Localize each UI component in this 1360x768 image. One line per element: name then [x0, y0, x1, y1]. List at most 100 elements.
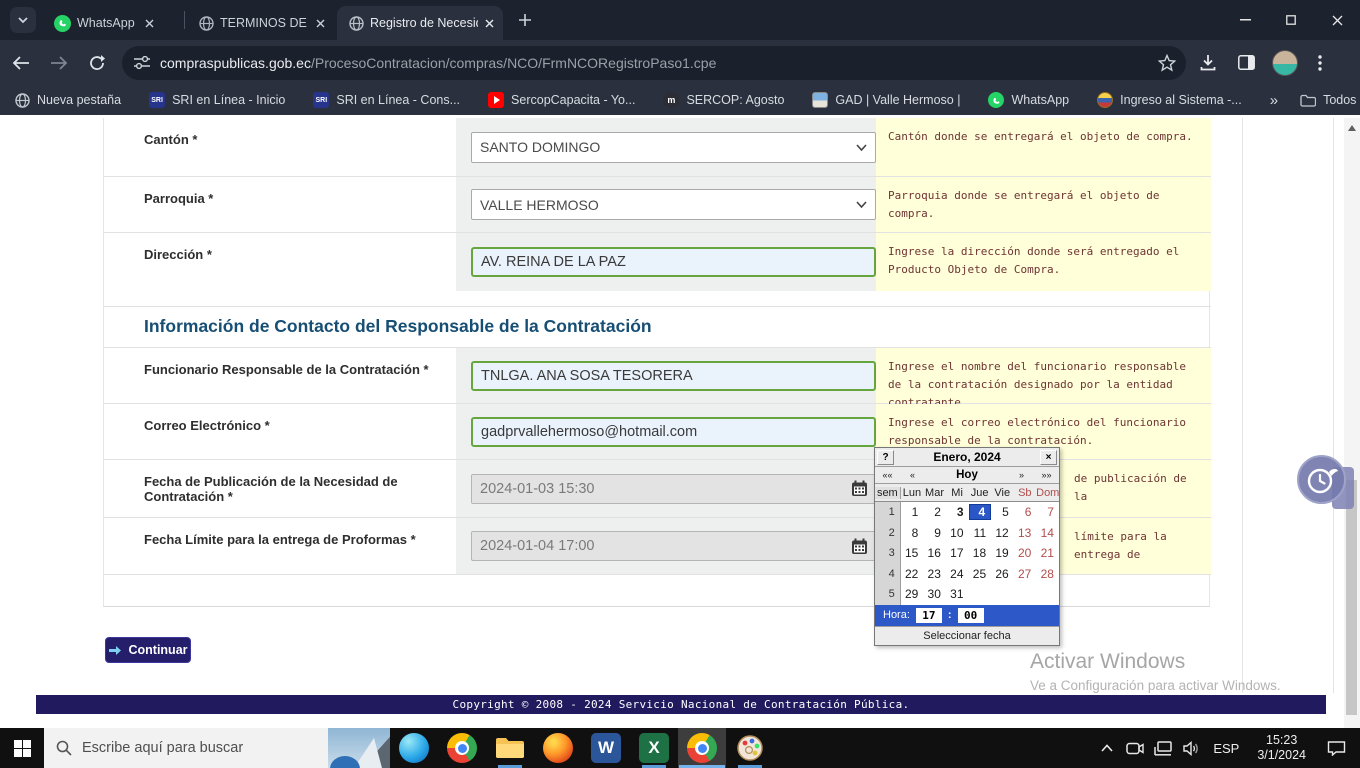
bookmark-gad-valle-hermoso[interactable]: GAD | Valle Hermoso | [812, 92, 960, 108]
calendar-day[interactable]: 3 [946, 505, 969, 519]
notification-center-icon[interactable] [1316, 728, 1356, 768]
calendar-day[interactable]: 27 [1014, 567, 1037, 581]
tray-chevron-up-icon[interactable] [1095, 728, 1119, 768]
fecha-publicacion-input[interactable]: 2024-01-03 15:30 [471, 474, 876, 504]
calendar-day[interactable]: 21 [1036, 546, 1059, 560]
calendar-day[interactable]: 25 [969, 567, 992, 581]
calendar-day[interactable]: 17 [946, 546, 969, 560]
bookmark-ingreso-sistema[interactable]: Ingreso al Sistema -... [1097, 92, 1242, 108]
calendar-day[interactable]: 28 [1036, 567, 1059, 581]
correo-input[interactable]: gadprvallehermoso@hotmail.com [471, 417, 876, 447]
calendar-day[interactable]: 13 [1014, 526, 1037, 540]
close-window-button[interactable] [1314, 0, 1360, 40]
page-scrollbar[interactable] [1344, 118, 1360, 728]
next-year-button[interactable]: »» [1035, 469, 1058, 482]
taskbar-chrome[interactable] [438, 728, 486, 768]
calendar-day[interactable]: 7 [1036, 505, 1059, 519]
address-bar[interactable]: compraspublicas.gob.ec/ProcesoContrataci… [122, 46, 1186, 80]
all-bookmarks-button[interactable]: Todos los marcadores [1300, 92, 1360, 108]
calendar-day[interactable]: 12 [991, 526, 1014, 540]
calendar-day-selected[interactable]: 4 [969, 504, 992, 520]
taskbar-chrome-active[interactable] [678, 728, 726, 768]
calendar-day[interactable]: 2 [923, 505, 946, 519]
profile-avatar[interactable] [1272, 50, 1298, 76]
direccion-input[interactable]: AV. REINA DE LA PAZ [471, 247, 876, 277]
canton-select[interactable]: SANTO DOMINGO [471, 132, 876, 163]
next-month-button[interactable]: » [1010, 469, 1033, 482]
continuar-button[interactable]: Continuar [105, 637, 191, 663]
start-button[interactable] [0, 728, 44, 768]
calendar-day[interactable]: 1 [901, 505, 924, 519]
calendar-close-button[interactable]: × [1040, 450, 1057, 465]
taskbar-paint[interactable] [726, 728, 774, 768]
calendar-day[interactable]: 10 [946, 526, 969, 540]
bookmark-sercopcapacita[interactable]: SercopCapacita - Yo... [488, 92, 635, 108]
calendar-day[interactable]: 15 [901, 546, 924, 560]
scrollbar-up-arrow-icon[interactable] [1348, 125, 1356, 131]
calendar-day[interactable]: 20 [1014, 546, 1037, 560]
calendar-day[interactable]: 8 [901, 526, 924, 540]
taskbar-edge[interactable] [390, 728, 438, 768]
calendar-day[interactable]: 16 [923, 546, 946, 560]
today-button[interactable]: Hoy [925, 469, 1009, 481]
calendar-day[interactable]: 22 [901, 567, 924, 581]
bookmark-nueva-pestana[interactable]: Nueva pestaña [14, 92, 121, 108]
meet-now-icon[interactable] [1123, 728, 1147, 768]
bookmark-whatsapp[interactable]: WhatsApp [988, 92, 1069, 108]
url-text[interactable]: compraspublicas.gob.ec/ProcesoContrataci… [160, 55, 1158, 71]
calendar-day[interactable]: 18 [969, 546, 992, 560]
taskbar-clock[interactable]: 15:23 3/1/2024 [1257, 733, 1306, 763]
parroquia-select[interactable]: VALLE HERMOSO [471, 189, 876, 220]
calendar-picker-icon[interactable] [848, 535, 870, 557]
fecha-limite-input[interactable]: 2024-01-04 17:00 [471, 531, 876, 561]
calendar-day[interactable]: 30 [923, 587, 946, 601]
prev-year-button[interactable]: «« [876, 469, 899, 482]
bookmark-sri-consultas[interactable]: SRI SRI en Línea - Cons... [313, 92, 460, 108]
calendar-day[interactable]: 5 [991, 505, 1014, 519]
calendar-day[interactable]: 23 [923, 567, 946, 581]
bookmark-star-icon[interactable] [1158, 54, 1176, 72]
timer-widget[interactable] [1297, 455, 1346, 504]
forward-button[interactable] [42, 46, 76, 80]
minimize-button[interactable] [1222, 0, 1268, 40]
taskbar-search-input[interactable]: Escribe aquí para buscar [44, 728, 390, 768]
calendar-day[interactable]: 19 [991, 546, 1014, 560]
calendar-day[interactable]: 9 [923, 526, 946, 540]
taskbar-firefox[interactable] [534, 728, 582, 768]
funcionario-input[interactable]: TNLGA. ANA SOSA TESORERA [471, 361, 876, 391]
maximize-button[interactable] [1268, 0, 1314, 40]
bookmark-sri-inicio[interactable]: SRI SRI en Línea - Inicio [149, 92, 285, 108]
calendar-day[interactable]: 24 [946, 567, 969, 581]
side-panel-button[interactable] [1230, 47, 1262, 79]
tab-terminos[interactable]: TERMINOS DE REFERENCIA CAN [187, 6, 333, 40]
minute-box[interactable]: 00 [958, 608, 984, 623]
new-tab-button[interactable] [511, 6, 539, 34]
tab-close-icon[interactable] [484, 14, 495, 32]
back-button[interactable] [4, 46, 38, 80]
site-settings-icon[interactable] [134, 56, 150, 70]
calendar-day[interactable]: 6 [1014, 505, 1037, 519]
taskbar-word[interactable]: W [582, 728, 630, 768]
volume-icon[interactable] [1179, 728, 1203, 768]
downloads-button[interactable] [1192, 47, 1224, 79]
taskbar-file-explorer[interactable] [486, 728, 534, 768]
calendar-day[interactable]: 14 [1036, 526, 1059, 540]
network-icon[interactable] [1151, 728, 1175, 768]
tab-registro-active[interactable]: Registro de Necesidades de Con [337, 6, 503, 40]
calendar-day[interactable]: 11 [969, 526, 992, 540]
taskbar-excel[interactable]: X [630, 728, 678, 768]
calendar-picker-icon[interactable] [848, 478, 870, 500]
scrollbar-thumb[interactable] [1346, 480, 1357, 715]
tab-close-icon[interactable] [316, 14, 325, 32]
hour-box[interactable]: 17 [916, 608, 942, 623]
bookmark-sercop-agosto[interactable]: m SERCOP: Agosto [663, 92, 784, 108]
prev-month-button[interactable]: « [901, 469, 924, 482]
reload-button[interactable] [80, 46, 114, 80]
calendar-day[interactable]: 26 [991, 567, 1014, 581]
calendar-day[interactable]: 29 [901, 587, 924, 601]
menu-dots-icon[interactable] [1304, 47, 1336, 79]
bookmarks-overflow-chevron[interactable]: » [1270, 92, 1278, 109]
tab-close-icon[interactable] [141, 14, 159, 32]
tab-whatsapp[interactable]: WhatsApp [42, 6, 182, 40]
tab-search-button[interactable] [10, 7, 36, 33]
